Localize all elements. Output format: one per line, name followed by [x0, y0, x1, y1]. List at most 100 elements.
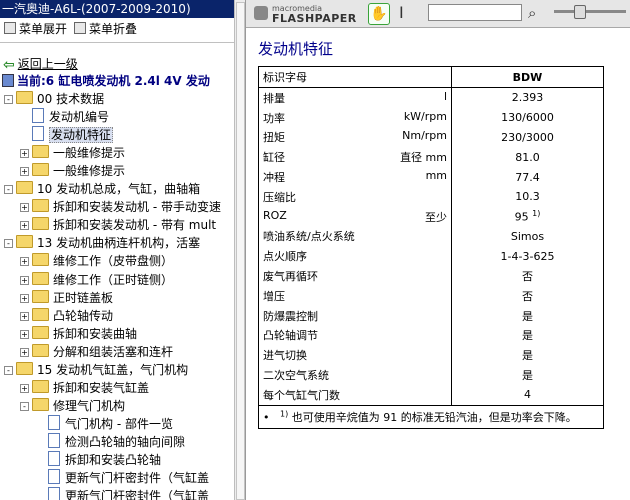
spec-name: 增压 [263, 289, 285, 303]
collapse-icon[interactable]: - [4, 239, 13, 249]
menu-expand-button[interactable]: 菜单展开 [4, 19, 67, 39]
expand-icon[interactable]: + [20, 329, 29, 339]
document-title: 发动机特征 [258, 40, 334, 58]
tree-folder-item[interactable]: + 拆卸和安装曲轴 [20, 325, 137, 343]
tree-item-label: 一般维修提示 [53, 164, 126, 179]
expand-icon[interactable]: + [20, 257, 29, 267]
table-header-row: 标识字母 BDW [258, 66, 604, 88]
document-viewer: macromedia FLASHPAPER ✋ I ⌕ 发动机特征 标识字母 BD… [245, 0, 630, 500]
tree-folder-item[interactable]: + 正时链盖板 [20, 289, 113, 307]
spec-name-cell: 防爆震控制 [258, 305, 452, 326]
document-icon [48, 487, 60, 500]
spec-value: 10.3 [515, 190, 540, 204]
collapse-icon[interactable]: - [20, 401, 29, 411]
zoom-slider[interactable] [554, 5, 626, 19]
spec-value: 1-4-3-625 [500, 249, 555, 263]
tree-folder-item[interactable]: + 拆卸和安装发动机 - 带手动变速 [20, 198, 221, 216]
tree-folder-item[interactable]: + 拆卸和安装气缸盖 [20, 379, 149, 397]
table-row: 二次空气系统 是 [258, 365, 604, 385]
spec-unit: Nm/rpm [402, 129, 447, 143]
divider [0, 42, 234, 43]
spec-value-cell: 是 [451, 325, 604, 346]
expand-icon[interactable]: + [20, 311, 29, 321]
tree-folder-item[interactable]: - 10 发动机总成，气缸，曲轴箱 [4, 180, 200, 198]
tree-folder-item[interactable]: + 拆卸和安装发动机 - 带有 mult [20, 216, 216, 234]
back-link[interactable]: ⇦ 返回上一级 [3, 55, 78, 73]
spec-value: 否 [522, 289, 533, 303]
folder-icon [32, 217, 49, 231]
tree-doc-item[interactable]: 更新气门杆密封件（气缸盖 [48, 469, 209, 487]
spec-value: 4 [524, 388, 531, 402]
tree-folder-item[interactable]: - 15 发动机气缸盖，气门机构 [4, 361, 188, 379]
current-location: 当前:6 缸电喷发动机 2.4l 4V 发动 [2, 72, 210, 89]
expand-icon[interactable]: + [20, 293, 29, 303]
tree-folder-item[interactable]: + 一般维修提示 [20, 144, 125, 162]
folder-icon [16, 181, 33, 195]
folder-icon [32, 199, 49, 213]
table-row: 废气再循环 否 [258, 266, 604, 286]
collapse-icon[interactable]: - [4, 365, 13, 375]
spec-value-cell: 是 [451, 305, 604, 326]
tree-folder-item[interactable]: + 维修工作（正时链侧） [20, 271, 173, 289]
menu-expand-label: 菜单展开 [19, 22, 68, 36]
spec-unit: mm [425, 169, 447, 183]
spec-name: 防爆震控制 [263, 309, 318, 323]
scrollbar-thumb[interactable] [236, 2, 245, 500]
left-scrollbar[interactable] [234, 0, 245, 500]
collapse-icon[interactable]: - [4, 185, 13, 195]
flashpaper-logo: macromedia FLASHPAPER [254, 3, 374, 25]
table-row: 凸轮轴调节 是 [258, 325, 604, 346]
expand-icon[interactable]: + [20, 383, 29, 393]
tree-doc-item[interactable]: 拆卸和安装凸轮轴 [48, 451, 161, 469]
folder-icon [32, 397, 49, 411]
expand-icon[interactable]: + [20, 203, 29, 213]
spec-value-cell: 95 1) [451, 206, 604, 227]
spec-value: 是 [522, 309, 533, 323]
spec-value-cell: 4 [451, 384, 604, 406]
tree-item-label: 拆卸和安装发动机 - 带有 mult [53, 218, 217, 233]
spec-name-cell: 进气切换 [258, 345, 452, 366]
spec-value: Simos [510, 229, 545, 243]
tree-folder-item[interactable]: - 00 技术数据 [4, 90, 104, 108]
document-icon [48, 432, 60, 448]
menu-collapse-button[interactable]: 菜单折叠 [74, 19, 137, 39]
tree-folder-item[interactable]: + 维修工作（皮带盘侧） [20, 252, 173, 270]
tree-item-label: 正时链盖板 [53, 290, 114, 305]
magnifier-icon[interactable]: ⌕ [528, 4, 536, 22]
tree-folder-item[interactable]: + 一般维修提示 [20, 162, 125, 180]
folder-icon [32, 271, 49, 285]
tree-doc-item[interactable]: 发动机编号 [32, 108, 109, 126]
folder-icon [32, 379, 49, 393]
menu-collapse-label: 菜单折叠 [89, 22, 138, 36]
expand-icon[interactable]: + [20, 275, 29, 285]
tree-folder-item[interactable]: + 凸轮轴传动 [20, 307, 113, 325]
expand-icon[interactable]: + [20, 347, 29, 357]
spec-name: 功率 [263, 111, 285, 125]
spec-name-cell: 二次空气系统 [258, 365, 452, 385]
expand-icon[interactable]: + [20, 167, 29, 177]
zoom-slider-knob[interactable] [574, 5, 586, 19]
spec-value-cell: 否 [451, 266, 604, 286]
spec-name: 二次空气系统 [263, 369, 329, 383]
tree-item-label: 更新气门杆密封件（气缸盖 [65, 489, 210, 500]
tree-folder-item[interactable]: - 修理气门机构 [20, 397, 125, 415]
back-link-label[interactable]: 返回上一级 [18, 57, 78, 71]
spec-name: 冲程 [263, 171, 285, 185]
search-input[interactable] [428, 4, 522, 21]
expand-icon[interactable]: + [20, 221, 29, 231]
hand-icon[interactable]: ✋ [368, 3, 390, 25]
collapse-icon[interactable]: - [4, 95, 13, 104]
tree-doc-item[interactable]: 检测凸轮轴的轴向间隙 [48, 432, 185, 451]
tree-item-label: 气门机构 - 部件一览 [65, 416, 173, 431]
tree-doc-item[interactable]: 更新气门杆密封件（气缸盖 [48, 487, 209, 500]
spec-unit: 直径 mm [400, 151, 447, 165]
spec-value-cell: 2.393 [451, 87, 604, 108]
folder-icon [16, 361, 33, 375]
arrow-left-icon: ⇦ [3, 57, 15, 73]
tree-folder-item[interactable]: + 分解和组装活塞和连杆 [20, 343, 173, 361]
expand-icon[interactable]: + [20, 149, 29, 159]
tree-doc-item[interactable]: 气门机构 - 部件一览 [48, 414, 173, 433]
tree-folder-item[interactable]: - 13 发动机曲柄连杆机构，活塞 [4, 234, 200, 252]
tree-doc-item[interactable]: 发动机特征 [32, 126, 114, 144]
text-select-icon[interactable]: I [399, 4, 404, 22]
